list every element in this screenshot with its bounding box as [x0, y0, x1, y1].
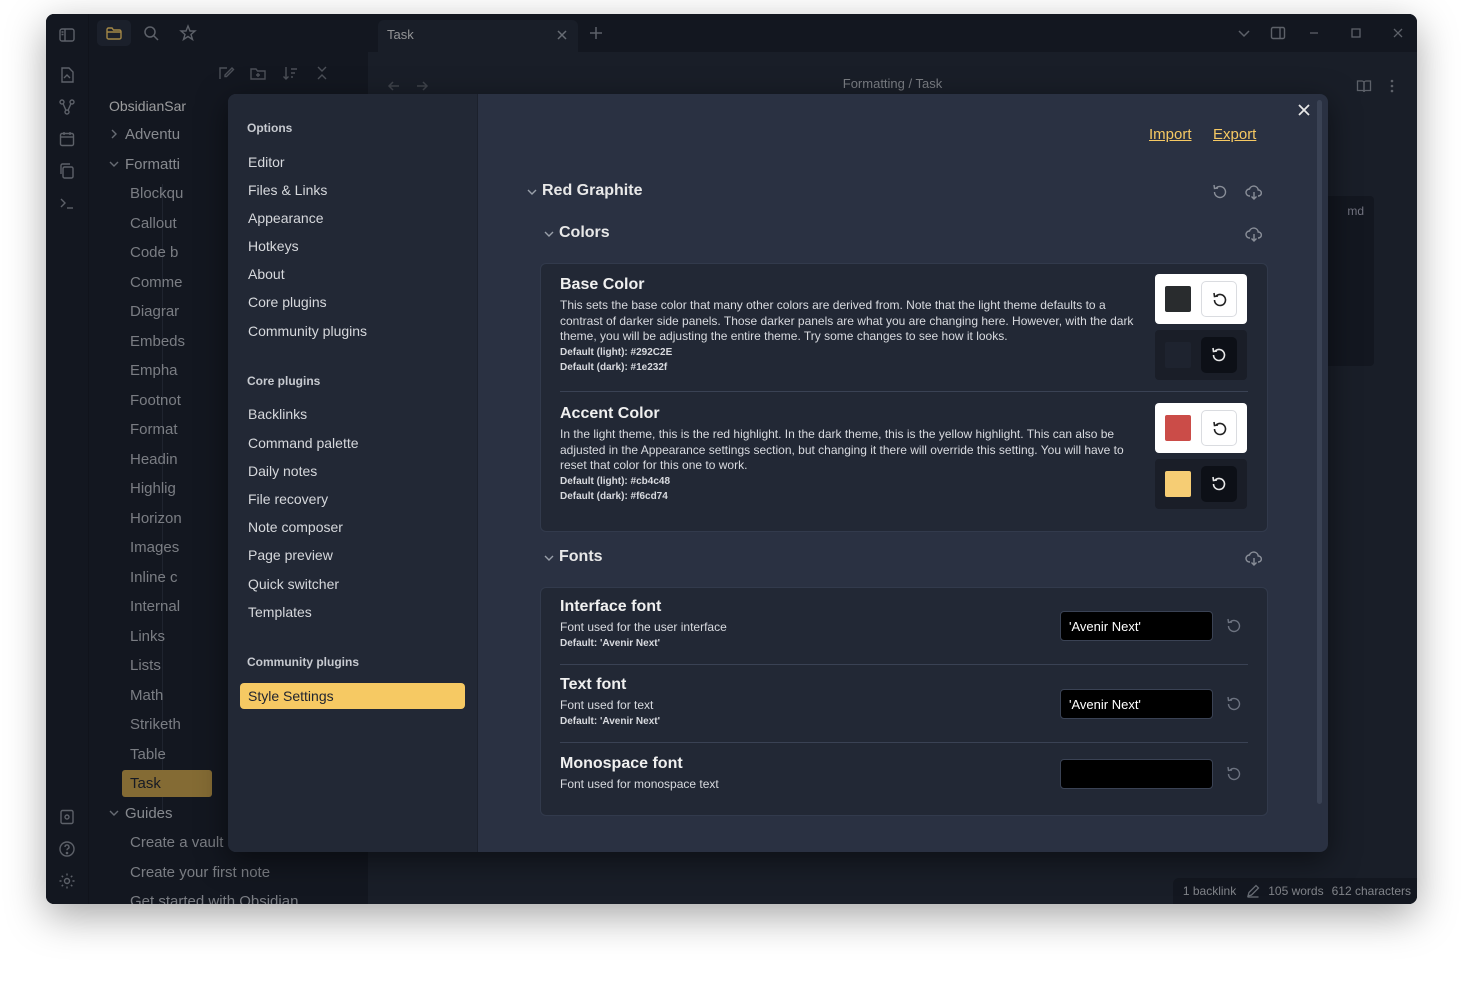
accent-color-dark-control	[1155, 459, 1247, 509]
settings-nav: Options Editor Files & Links Appearance Hotk…	[228, 94, 478, 852]
chevron-down-icon	[543, 228, 555, 240]
fonts-panel: Interface font Font used for the user in…	[540, 587, 1268, 816]
nav-item-files-links[interactable]: Files & Links	[240, 177, 465, 203]
accent-color-setting: Accent Color In the light theme, this is…	[560, 405, 1250, 504]
nav-section-heading: Core plugins	[247, 374, 321, 388]
nav-item-backlinks[interactable]: Backlinks	[240, 401, 465, 427]
setting-title: Base Color	[560, 276, 645, 293]
divider	[560, 664, 1248, 665]
setting-title: Accent Color	[560, 405, 660, 422]
nav-item-appearance[interactable]: Appearance	[240, 205, 465, 231]
accent-color-dark-swatch[interactable]	[1165, 471, 1191, 497]
monospace-font-input[interactable]	[1060, 759, 1213, 789]
nav-item-editor[interactable]: Editor	[240, 149, 465, 175]
default-light: Default (light): #292C2E	[560, 346, 673, 358]
app-window: ObsidianSar Adventu Formatti Blockqu Callou…	[46, 14, 1417, 904]
chevron-down-icon	[543, 552, 555, 564]
reset-theme-icon[interactable]	[1211, 183, 1229, 201]
accent-color-light-control	[1155, 403, 1247, 453]
nav-section-heading: Community plugins	[247, 655, 359, 669]
nav-item-page-preview[interactable]: Page preview	[240, 542, 465, 568]
divider	[560, 391, 1248, 392]
export-colors-icon[interactable]	[1245, 225, 1263, 243]
default-light: Default (light): #cb4c48	[560, 475, 671, 487]
text-font-input[interactable]	[1060, 689, 1213, 719]
colors-panel: Base Color This sets the base color that…	[540, 263, 1268, 532]
reset-icon	[1213, 421, 1227, 436]
nav-item-daily-notes[interactable]: Daily notes	[240, 458, 465, 484]
reset-monospace-font-icon[interactable]	[1225, 765, 1243, 783]
nav-item-style-settings[interactable]: Style Settings	[240, 683, 465, 709]
theme-heading[interactable]: Red Graphite	[527, 182, 642, 200]
reset-button[interactable]	[1201, 281, 1237, 317]
nav-item-command-palette[interactable]: Command palette	[240, 430, 465, 456]
nav-item-community-plugins[interactable]: Community plugins	[240, 318, 465, 344]
chevron-down-icon	[526, 186, 538, 198]
setting-description: This sets the base color that many other…	[560, 298, 1134, 343]
reset-icon	[1212, 476, 1226, 491]
base-color-light-swatch[interactable]	[1165, 286, 1191, 312]
nav-item-hotkeys[interactable]: Hotkeys	[240, 233, 465, 259]
scrollbar[interactable]	[1317, 100, 1322, 804]
reset-icon	[1213, 292, 1227, 307]
nav-item-note-composer[interactable]: Note composer	[240, 514, 465, 540]
nav-section-heading: Options	[247, 121, 293, 135]
base-color-dark-control	[1155, 330, 1247, 380]
settings-modal: Options Editor Files & Links Appearance Hotk…	[228, 94, 1328, 852]
nav-item-about[interactable]: About	[240, 261, 465, 287]
reset-text-font-icon[interactable]	[1225, 695, 1243, 713]
fonts-heading[interactable]: Fonts	[544, 548, 603, 566]
close-modal-icon[interactable]	[1296, 102, 1312, 118]
reset-interface-font-icon[interactable]	[1225, 617, 1243, 635]
nav-item-templates[interactable]: Templates	[240, 599, 465, 625]
default-dark: Default (dark): #f6cd74	[560, 490, 668, 502]
setting-description: In the light theme, this is the red high…	[560, 427, 1124, 472]
accent-color-light-swatch[interactable]	[1165, 415, 1191, 441]
base-color-light-control	[1155, 274, 1247, 324]
export-section-icon[interactable]	[1245, 183, 1263, 201]
export-link[interactable]: Export	[1213, 126, 1256, 143]
import-link[interactable]: Import	[1149, 126, 1192, 143]
reset-button[interactable]	[1201, 410, 1237, 446]
default-dark: Default (dark): #1e232f	[560, 361, 668, 373]
export-fonts-icon[interactable]	[1245, 549, 1263, 567]
base-color-setting: Base Color This sets the base color that…	[560, 276, 1250, 375]
reset-icon	[1212, 347, 1226, 362]
interface-font-input[interactable]	[1060, 611, 1213, 641]
colors-heading[interactable]: Colors	[544, 224, 610, 242]
reset-button[interactable]	[1201, 466, 1237, 502]
nav-item-file-recovery[interactable]: File recovery	[240, 486, 465, 512]
divider	[560, 742, 1248, 743]
nav-item-quick-switcher[interactable]: Quick switcher	[240, 571, 465, 597]
style-settings-content: Import Export Red Graphite Colors Base C…	[478, 94, 1328, 852]
reset-button[interactable]	[1201, 337, 1237, 373]
base-color-dark-swatch[interactable]	[1165, 342, 1191, 368]
nav-item-core-plugins[interactable]: Core plugins	[240, 289, 465, 315]
